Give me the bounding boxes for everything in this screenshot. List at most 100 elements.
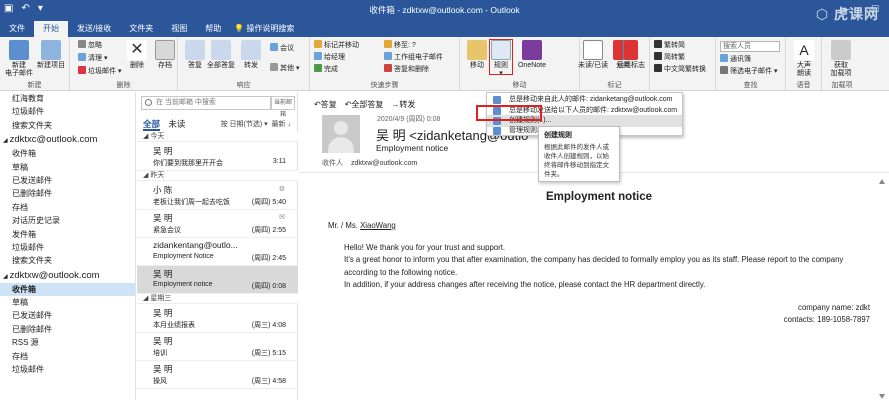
- tab-folder[interactable]: 文件夹: [120, 21, 162, 37]
- list-item[interactable]: zidankentang@outlo... Employment Notice (周…: [137, 238, 298, 266]
- folder-item[interactable]: 垃圾邮件: [0, 363, 135, 376]
- ribbon: 新建 电子邮件 新建项目 新建 忽略 清理 ▾ 垃圾邮件 ▾ ✕ 删除 存档 删除…: [0, 37, 889, 91]
- quickstep-done[interactable]: 完成: [314, 64, 338, 75]
- junk-button[interactable]: 垃圾邮件 ▾: [78, 66, 121, 77]
- quickstep-flag-move[interactable]: 标记并移动: [314, 40, 359, 51]
- list-item[interactable]: 吴 明 Employment notice (周四) 0:08: [137, 266, 298, 294]
- email-title: Employment notice: [545, 191, 653, 203]
- filter-all[interactable]: 全部: [143, 119, 161, 131]
- item-time: (周四) 5:40: [251, 199, 286, 206]
- reply-delete-icon: [384, 64, 392, 72]
- reading-forward-button[interactable]: →转发: [391, 99, 415, 110]
- folder-item[interactable]: 红海教育: [0, 92, 135, 105]
- folder-item[interactable]: 垃圾邮件: [0, 105, 135, 118]
- date-group-header[interactable]: ◢ 今天: [137, 132, 298, 142]
- list-item[interactable]: 吴 明培训 (周三) 5:15: [137, 333, 298, 361]
- folder-item[interactable]: 垃圾邮件: [0, 241, 135, 254]
- followup-button[interactable]: 后续标志: [614, 40, 648, 70]
- list-item[interactable]: 吴 明本月业绩报表 (周三) 4:08: [137, 305, 298, 333]
- more-respond-button[interactable]: 其他 ▾: [270, 63, 299, 74]
- tell-me-search[interactable]: 💡 操作说明搜索: [230, 21, 303, 37]
- quickstep-to-manager[interactable]: 给经理: [314, 52, 345, 63]
- new-items-button[interactable]: 新建项目: [34, 40, 68, 70]
- folder-item[interactable]: 草稿: [0, 296, 135, 309]
- filter-email-button[interactable]: 筛选电子邮件 ▾: [720, 66, 777, 77]
- forward-button[interactable]: 转发: [234, 40, 268, 70]
- to-address[interactable]: zdktxw@outlook.com: [351, 160, 417, 167]
- archive-button[interactable]: 存档: [148, 40, 182, 70]
- search-people-input[interactable]: 搜索人员: [720, 41, 780, 52]
- folder-item[interactable]: 收件箱: [0, 282, 135, 297]
- trad-to-simp-button[interactable]: 繁转简: [654, 40, 685, 51]
- item-sender: 吴 明: [153, 364, 173, 374]
- tab-file[interactable]: 文件: [0, 21, 34, 37]
- flag-move-icon: [314, 40, 322, 48]
- folder-item[interactable]: 已发送邮件: [0, 174, 135, 187]
- group-find: 搜索人员 通讯簿 筛选电子邮件 ▾ 查找: [716, 37, 786, 91]
- search-scope-dropdown[interactable]: 当前邮箱: [271, 96, 295, 118]
- move-to-icon: [384, 40, 392, 48]
- filter-unread[interactable]: 未读: [168, 119, 185, 129]
- folder-item[interactable]: 搜索文件夹: [0, 119, 135, 132]
- convert-icon: [654, 64, 662, 72]
- folder-item[interactable]: 已删除邮件: [0, 323, 135, 336]
- item-time: (周四) 0:08: [251, 283, 286, 290]
- folder-item[interactable]: 存档: [0, 201, 135, 214]
- new-email-button[interactable]: 新建 电子邮件: [2, 40, 36, 78]
- simp-to-trad-button[interactable]: 简转繁: [654, 52, 685, 63]
- mail-search-input[interactable]: 在 当前邮箱 中搜索: [141, 96, 271, 110]
- tab-send-receive[interactable]: 发送/接收: [68, 21, 120, 37]
- date-group-header[interactable]: ◢ 昨天: [137, 171, 298, 181]
- quickstep-team-email[interactable]: 工作组电子邮件: [384, 52, 443, 63]
- tab-help[interactable]: 帮助: [196, 21, 230, 37]
- trad-icon: [654, 40, 662, 48]
- date-group-header[interactable]: ◢ 星期三: [137, 294, 298, 304]
- expand-chevron-icon[interactable]: ◢: [3, 138, 8, 144]
- expand-chevron-icon[interactable]: ◢: [3, 274, 8, 280]
- tab-view[interactable]: 视图: [162, 21, 196, 37]
- account-header[interactable]: ◢ zdktxc@outlook.com: [0, 132, 135, 147]
- search-icon: [145, 99, 152, 106]
- quickstep-reply-delete[interactable]: 答复和删除: [384, 64, 429, 75]
- reading-reply-all-button[interactable]: ↶全部答复: [345, 99, 384, 110]
- message-date: 2020/4/9 (周四) 0:08: [377, 116, 441, 123]
- list-item[interactable]: 吴 明操风 (周三) 4:58: [137, 361, 298, 389]
- folder-item[interactable]: RSS 源: [0, 336, 135, 349]
- group-move: 移动 规则 ▾ OneNote 移动: [460, 37, 580, 91]
- get-addins-button[interactable]: 获取 加载项: [824, 40, 858, 78]
- clean-icon: [78, 53, 86, 61]
- reading-reply-button[interactable]: ↶答复: [314, 99, 337, 110]
- list-item[interactable]: 吴 明 ✉ 紧急会议 (周四) 2:55: [137, 210, 298, 238]
- folder-pane: 红海教育 垃圾邮件 搜索文件夹 ◢ zdktxc@outlook.com 收件箱 草稿 已发送…: [0, 92, 136, 400]
- group-label-delete: 删除: [116, 82, 131, 89]
- addins-grid-icon: [831, 40, 851, 60]
- chinese-convert-button[interactable]: 中文简繁转换: [654, 64, 706, 75]
- sort-control[interactable]: 按 日期(节选) ▾ 最新 ↓: [221, 119, 291, 129]
- folder-item[interactable]: 已删除邮件: [0, 187, 135, 200]
- meeting-button[interactable]: 会议: [270, 43, 294, 54]
- quickstep-move-to[interactable]: 移至: ?: [384, 40, 416, 51]
- folder-item[interactable]: 对话历史记录: [0, 214, 135, 227]
- folder-item[interactable]: 草稿: [0, 161, 135, 174]
- folder-item[interactable]: 存档: [0, 350, 135, 363]
- list-item[interactable]: 吴 明你们要到我那里开开会 3:11: [137, 143, 298, 171]
- onenote-button[interactable]: OneNote: [512, 40, 552, 70]
- read-aloud-button[interactable]: A 大声 朗读: [787, 40, 821, 78]
- folder-item[interactable]: 搜索文件夹: [0, 254, 135, 267]
- tab-home[interactable]: 开始: [34, 21, 68, 37]
- list-item[interactable]: 小 陈 ⚙ 老板让我们周一起去吃饭 (周四) 5:40: [137, 182, 298, 210]
- folder-item[interactable]: 已发送邮件: [0, 309, 135, 322]
- item-sender: 小 陈: [153, 185, 173, 195]
- lightbulb-icon: 💡: [234, 24, 245, 33]
- folder-item[interactable]: 发件箱: [0, 228, 135, 241]
- ignore-button[interactable]: 忽略: [78, 40, 102, 51]
- folder-item[interactable]: 收件箱: [0, 147, 135, 160]
- reply-all-button[interactable]: 全部答复: [204, 40, 238, 70]
- group-label-respond: 响应: [236, 82, 251, 89]
- address-book-button[interactable]: 通讯簿: [720, 54, 751, 65]
- account-header[interactable]: ◢ zdktxw@outlook.com: [0, 268, 135, 283]
- clean-button[interactable]: 清理 ▾: [78, 53, 107, 64]
- unread-read-button[interactable]: 未读/已读: [574, 40, 612, 70]
- reading-scrollbar[interactable]: [878, 178, 886, 400]
- group-label-new: 新建: [27, 82, 42, 89]
